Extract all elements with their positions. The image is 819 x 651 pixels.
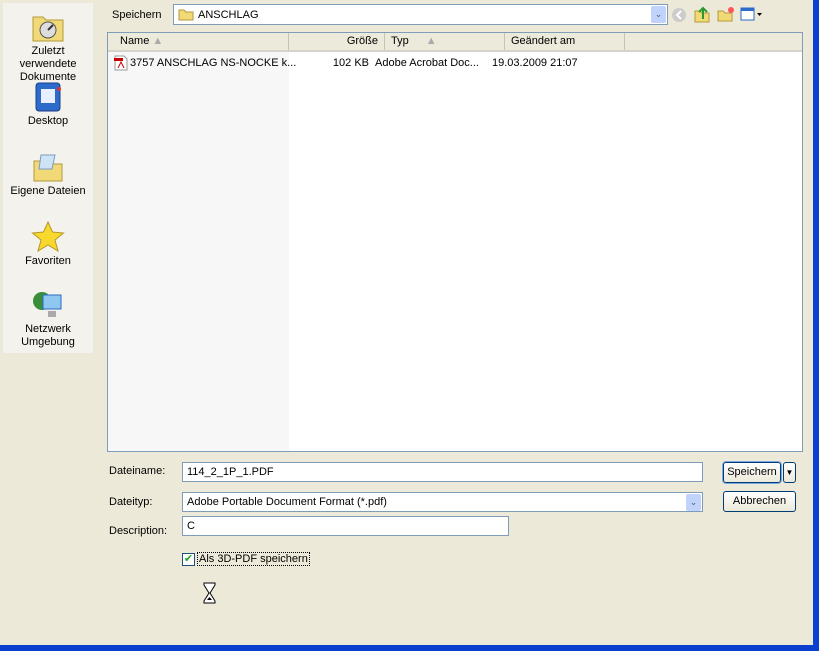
column-type[interactable]: Typ ▲ — [385, 33, 505, 50]
my-documents-icon — [33, 154, 63, 182]
save-button[interactable]: Speichern — [722, 461, 782, 484]
column-name[interactable]: Name ▲ — [108, 33, 289, 50]
desktop-icon — [35, 82, 61, 112]
chevron-down-icon[interactable]: ⌄ — [651, 6, 666, 23]
hourglass-cursor-icon — [203, 582, 216, 604]
filename-label: Dateiname: — [109, 465, 166, 477]
filename-input[interactable]: 114_2_1P_1.PDF — [182, 462, 703, 482]
favorites-star-icon — [31, 221, 65, 253]
filetype-select[interactable]: Adobe Portable Document Format (*.pdf) ⌄ — [182, 492, 703, 512]
save-in-label: Speichern — [112, 9, 162, 21]
cancel-button[interactable]: Abbrechen — [723, 491, 796, 512]
place-network[interactable]: Netzwerk Umgebung — [3, 289, 93, 349]
save-in-dropdown[interactable]: ANSCHLAG ⌄ — [173, 4, 668, 25]
place-my-documents[interactable]: Eigene Dateien — [3, 151, 93, 198]
checkmark-icon: ✔ — [182, 552, 195, 566]
folder-icon — [178, 9, 194, 21]
network-icon — [33, 292, 62, 317]
description-label: Description: — [109, 525, 168, 537]
save-options-dropdown[interactable]: ▼ — [783, 462, 796, 483]
description-input[interactable]: C — [182, 516, 509, 536]
recent-documents-icon — [32, 16, 64, 42]
places-bar: Zuletzt verwendete Dokumente Desktop Eig… — [3, 3, 93, 353]
place-desktop[interactable]: Desktop — [3, 81, 93, 128]
list-header: Name ▲ Größe Typ ▲ Geändert am — [108, 33, 802, 52]
file-list[interactable]: Name ▲ Größe Typ ▲ Geändert am 3757 ANSC… — [107, 32, 803, 452]
column-modified[interactable]: Geändert am — [505, 33, 625, 50]
place-favorites[interactable]: Favoriten — [3, 221, 93, 268]
filetype-label: Dateityp: — [109, 496, 153, 508]
save-in-value: ANSCHLAG — [198, 8, 259, 21]
column-size[interactable]: Größe — [289, 33, 385, 50]
view-menu-icon[interactable] — [740, 7, 764, 21]
table-row[interactable]: 3757 ANSCHLAG NS-NOCKE k... 102 KB Adobe… — [108, 55, 578, 71]
chevron-down-icon[interactable]: ⌄ — [686, 494, 701, 511]
place-recent[interactable]: Zuletzt verwendete Dokumente — [3, 11, 93, 84]
window-border-bottom — [0, 645, 819, 651]
up-folder-icon[interactable] — [694, 5, 710, 23]
back-icon[interactable] — [671, 7, 687, 23]
window-border-right — [813, 0, 819, 651]
new-folder-icon[interactable] — [717, 6, 735, 22]
pdf-file-icon — [114, 55, 128, 71]
save-3d-pdf-checkbox[interactable]: ✔ Als 3D-PDF speichern — [182, 552, 310, 566]
